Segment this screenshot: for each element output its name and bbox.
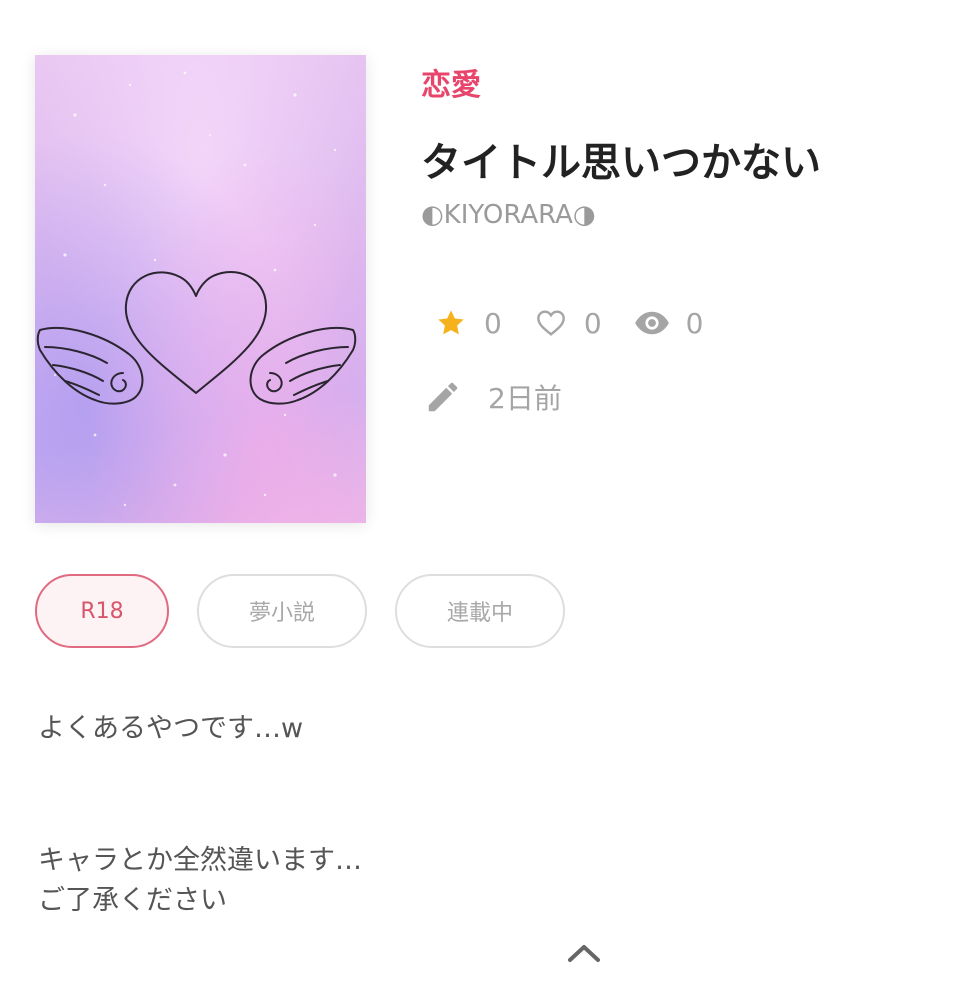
heart-outline-icon	[536, 310, 565, 336]
heart-wings-icon	[36, 71, 357, 507]
cover-image[interactable]	[35, 55, 366, 523]
eye-icon	[634, 311, 669, 335]
collapse-button[interactable]	[566, 940, 602, 966]
description-line-2: キャラとか全然違います…	[38, 845, 362, 876]
author-name[interactable]: ◐KIYORARA◑	[421, 200, 596, 230]
stars-stat: 0	[434, 307, 502, 340]
views-count: 0	[685, 306, 704, 340]
stats-row: 0 0 0	[434, 300, 703, 346]
views-stat: 0	[634, 306, 704, 340]
updated-row: 2日前	[424, 374, 562, 420]
star-icon	[438, 310, 464, 335]
likes-count: 0	[583, 306, 602, 340]
tag-list: R18 夢小説 連載中	[35, 574, 593, 648]
chevron-up-icon	[568, 945, 600, 962]
work-title[interactable]: タイトル思いつかない	[421, 130, 821, 188]
likes-stat: 0	[534, 307, 602, 340]
tag-dream-novel[interactable]: 夢小説	[197, 574, 367, 648]
category-link[interactable]: 恋愛	[421, 60, 481, 104]
description-line-3: ご了承ください	[38, 885, 227, 916]
tag-r18[interactable]: R18	[35, 574, 169, 648]
stars-count: 0	[484, 306, 502, 340]
description-line-1: よくあるやつです…w	[38, 713, 304, 744]
tag-ongoing[interactable]: 連載中	[395, 574, 565, 648]
updated-time: 2日前	[488, 382, 562, 415]
pencil-icon	[428, 382, 458, 412]
